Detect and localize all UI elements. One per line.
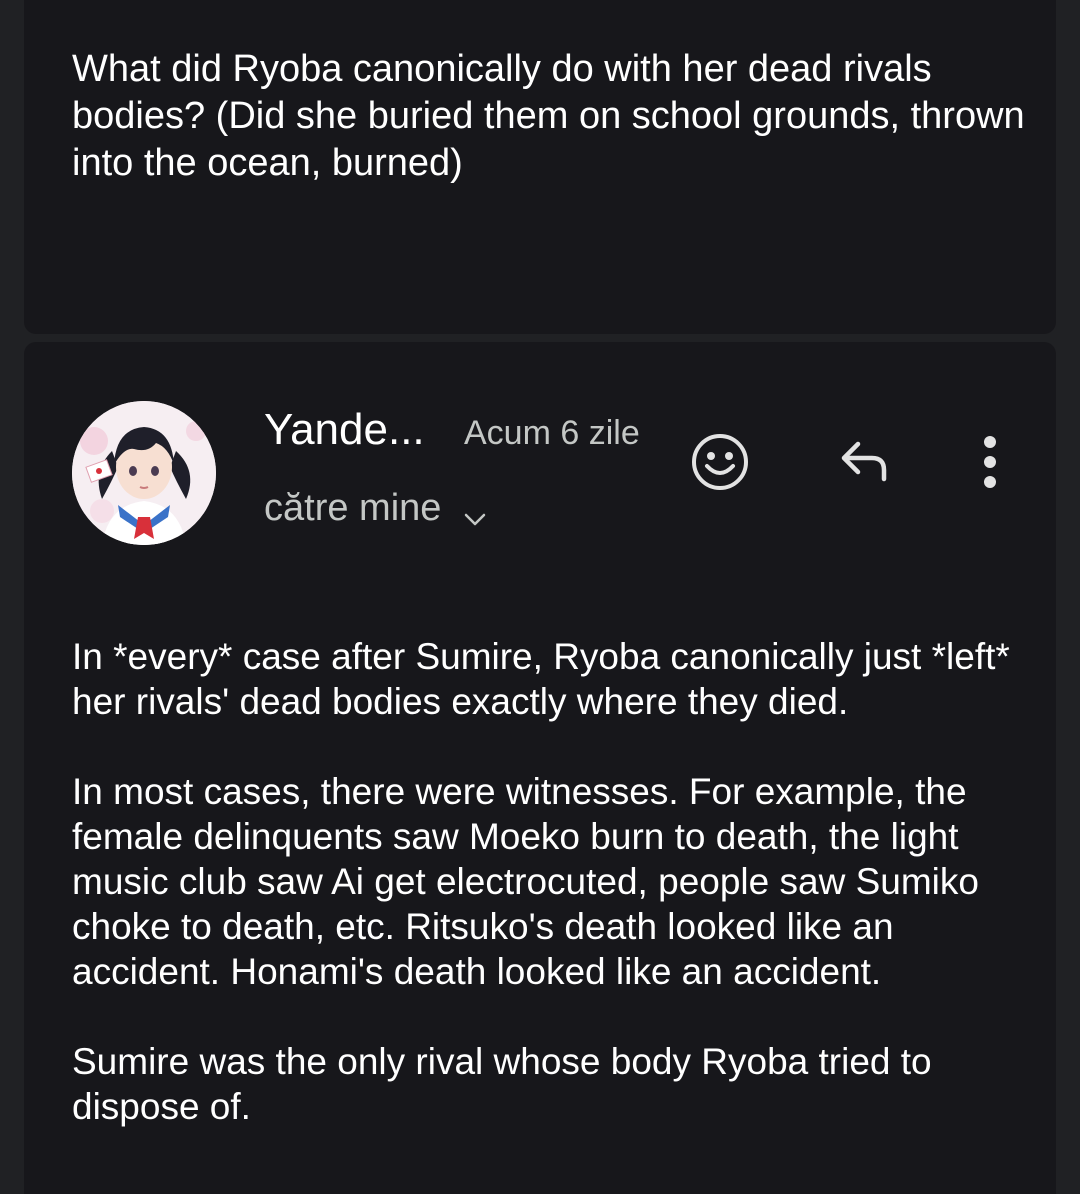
smiley-icon xyxy=(692,434,748,490)
sender-name[interactable]: Yande... xyxy=(264,404,425,456)
question-message-card[interactable]: What did Ryoba canonically do with her d… xyxy=(24,0,1056,334)
reply-arrow-icon xyxy=(841,441,887,482)
message-paragraph: Sumire was the only rival whose body Ryo… xyxy=(72,1041,932,1127)
email-thread-screen: What did Ryoba canonically do with her d… xyxy=(0,0,1080,1194)
vertical-dots-icon xyxy=(984,436,996,488)
sent-time: Acum 6 zile xyxy=(464,414,640,452)
more-options-button[interactable] xyxy=(954,426,1026,498)
message-paragraph: In *every* case after Sumire, Ryoba cano… xyxy=(72,636,1010,722)
chevron-down-icon xyxy=(463,496,487,526)
recipient-details-toggle[interactable]: către mine xyxy=(264,485,487,531)
message-paragraph: In most cases, there were witnesses. For… xyxy=(72,771,979,992)
reply-button[interactable] xyxy=(828,426,900,498)
message-body: In *every* case after Sumire, Ryoba cano… xyxy=(72,634,1032,1174)
reply-message-card[interactable]: Yande... Acum 6 zile către mine In *ever… xyxy=(24,342,1056,1194)
add-reaction-button[interactable] xyxy=(684,426,756,498)
recipient-label: către mine xyxy=(264,487,442,529)
anime-girl-avatar-icon xyxy=(72,401,216,545)
question-text: What did Ryoba canonically do with her d… xyxy=(72,48,1036,184)
sender-avatar[interactable] xyxy=(72,401,216,545)
